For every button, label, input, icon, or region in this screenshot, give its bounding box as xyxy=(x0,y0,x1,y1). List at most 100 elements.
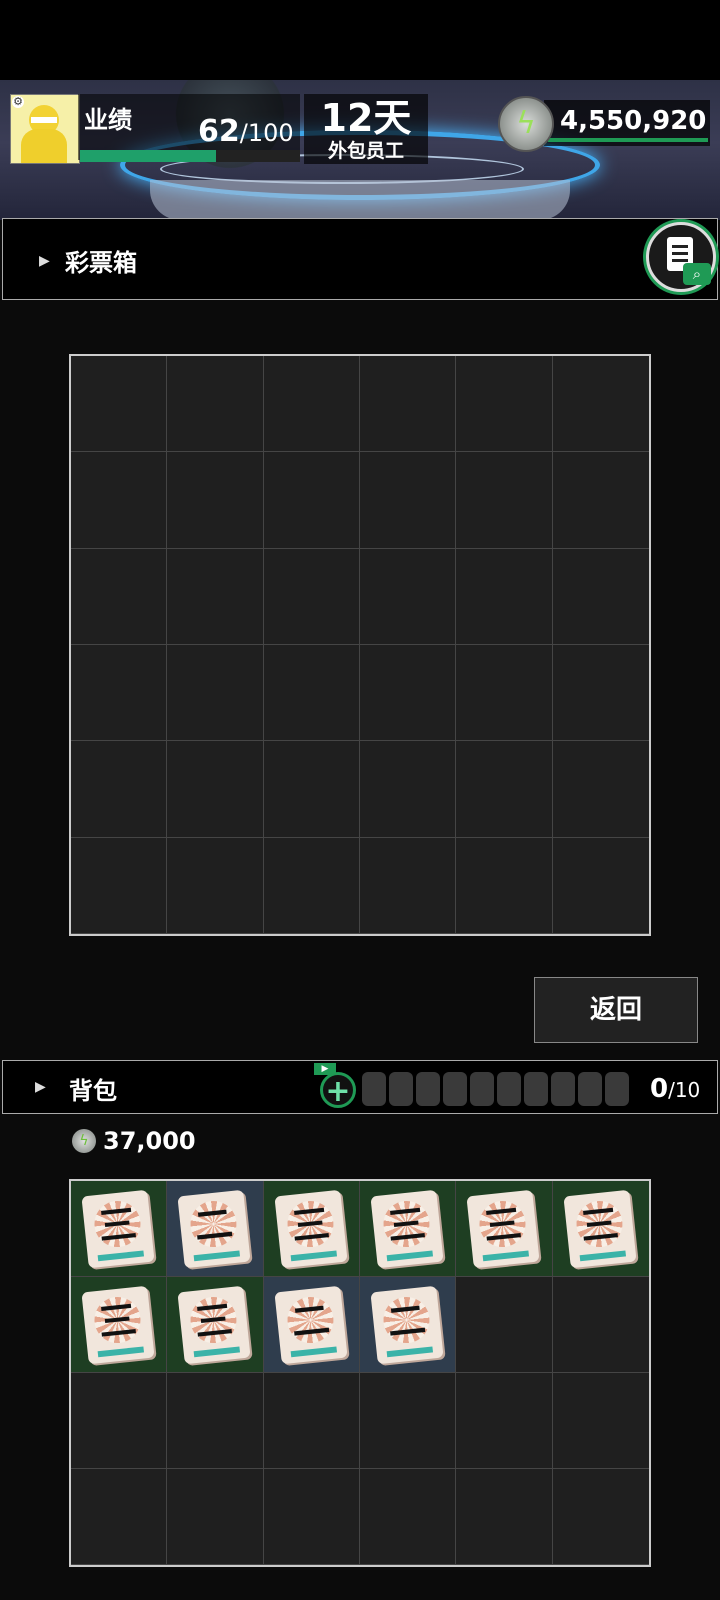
lottery-slot[interactable] xyxy=(360,356,457,453)
lottery-box-header[interactable]: ▶ 彩票箱 xyxy=(2,218,718,300)
lottery-slot[interactable] xyxy=(552,549,649,645)
slot-pip xyxy=(416,1072,440,1106)
lottery-slot[interactable] xyxy=(71,356,168,453)
lottery-slot[interactable] xyxy=(552,452,649,549)
slot-pip xyxy=(362,1072,386,1106)
performance-max: /100 xyxy=(239,119,294,147)
lottery-slot[interactable] xyxy=(71,741,168,838)
slot-pip xyxy=(389,1072,413,1106)
backpack-slot[interactable] xyxy=(552,1277,649,1373)
lottery-slot[interactable] xyxy=(456,356,553,453)
backpack-slot[interactable] xyxy=(360,1373,457,1469)
lottery-slot[interactable] xyxy=(360,548,457,645)
backpack-item-slot[interactable]: 三 xyxy=(360,1181,457,1277)
lottery-slot[interactable] xyxy=(263,356,360,453)
lottery-slot[interactable] xyxy=(263,452,360,549)
slot-pip xyxy=(443,1072,467,1106)
lottery-slot[interactable] xyxy=(552,356,649,453)
lottery-slot[interactable] xyxy=(71,548,168,645)
lottery-slot[interactable] xyxy=(263,837,360,934)
coin-bolt-icon: ϟ xyxy=(498,96,554,152)
log-search-button[interactable]: ⌕ xyxy=(646,222,716,292)
lottery-slot[interactable] xyxy=(456,741,553,838)
lottery-slot[interactable] xyxy=(263,548,360,645)
return-button[interactable]: 返回 xyxy=(534,977,698,1043)
lottery-slot[interactable] xyxy=(71,837,168,934)
lottery-ticket-icon: 三 xyxy=(81,1189,155,1269)
ticket-grade-mark: 三 xyxy=(96,1297,139,1345)
slot-max: /10 xyxy=(668,1078,701,1102)
slot-pip xyxy=(470,1072,494,1106)
ticket-footer-stripe xyxy=(97,1250,145,1262)
lottery-slot[interactable] xyxy=(360,837,457,934)
backpack-slot[interactable] xyxy=(71,1373,168,1469)
backpack-item-slot[interactable]: 三 xyxy=(263,1181,360,1277)
lottery-slot[interactable] xyxy=(167,356,264,453)
banner-platform-decoration xyxy=(150,180,570,220)
backpack-slot[interactable] xyxy=(263,1373,360,1469)
ticket-footer-stripe xyxy=(193,1250,241,1262)
employee-status-label: 外包员工 xyxy=(327,140,404,162)
lottery-slot[interactable] xyxy=(360,645,457,742)
slot-count: 0/10 xyxy=(650,1074,700,1104)
lottery-slot[interactable] xyxy=(71,645,168,742)
ticket-grade-mark: 三 xyxy=(96,1201,139,1249)
slot-pip xyxy=(578,1072,602,1106)
performance-label: 业绩 xyxy=(84,106,132,134)
lottery-slot[interactable] xyxy=(167,452,264,549)
backpack-slot[interactable] xyxy=(167,1469,264,1565)
lottery-slot[interactable] xyxy=(360,741,457,838)
backpack-slot[interactable] xyxy=(360,1469,457,1565)
coin-panel-underline xyxy=(548,138,708,142)
ticket-grade-mark: 三 xyxy=(578,1201,621,1249)
backpack-slot[interactable] xyxy=(456,1373,553,1469)
lottery-slot[interactable] xyxy=(456,548,553,645)
backpack-item-slot[interactable]: 三 xyxy=(552,1181,649,1277)
backpack-coin-value: 37,000 xyxy=(103,1127,196,1155)
triangle-arrow-icon: ▶ xyxy=(39,253,50,269)
lottery-slot[interactable] xyxy=(552,741,649,838)
backpack-item-slot[interactable]: 三 xyxy=(167,1277,264,1373)
player-avatar[interactable]: ⚙ xyxy=(10,94,80,164)
coin-balance: 4,550,920 xyxy=(560,106,707,136)
lottery-slot[interactable] xyxy=(552,645,649,742)
backpack-slot[interactable] xyxy=(456,1469,553,1565)
days-panel: 12天 外包员工 xyxy=(304,94,428,164)
lottery-slot[interactable] xyxy=(360,452,457,549)
lottery-box-grid xyxy=(69,354,651,936)
backpack-item-slot[interactable]: 二 xyxy=(167,1181,264,1277)
performance-current: 62 xyxy=(198,114,240,149)
backpack-slot[interactable] xyxy=(263,1469,360,1565)
lottery-slot[interactable] xyxy=(167,548,264,645)
lottery-slot[interactable] xyxy=(552,838,649,934)
slot-pip xyxy=(497,1072,521,1106)
backpack-item-slot[interactable]: 三 xyxy=(71,1181,168,1277)
lottery-slot[interactable] xyxy=(456,452,553,549)
ticket-footer-stripe xyxy=(482,1250,530,1262)
lottery-ticket-icon: 二 xyxy=(274,1285,348,1365)
backpack-item-slot[interactable]: 三 xyxy=(456,1181,553,1277)
lottery-slot[interactable] xyxy=(456,645,553,742)
lottery-slot[interactable] xyxy=(263,645,360,742)
backpack-slot[interactable] xyxy=(71,1469,168,1565)
lottery-slot[interactable] xyxy=(263,741,360,838)
lottery-ticket-icon: 三 xyxy=(466,1189,540,1269)
backpack-item-slot[interactable]: 二 xyxy=(360,1277,457,1373)
backpack-slot[interactable] xyxy=(167,1373,264,1469)
lottery-slot[interactable] xyxy=(167,837,264,934)
lottery-ticket-icon: 二 xyxy=(177,1189,251,1269)
backpack-item-slot[interactable]: 三 xyxy=(71,1277,168,1373)
backpack-slot[interactable] xyxy=(456,1277,553,1373)
backpack-slot[interactable] xyxy=(552,1469,649,1565)
settings-gear-icon[interactable]: ⚙ xyxy=(12,96,24,108)
lottery-slot[interactable] xyxy=(167,741,264,838)
ticket-grade-mark: 三 xyxy=(289,1201,332,1249)
ticket-footer-stripe xyxy=(290,1250,337,1262)
add-slot-button[interactable]: + xyxy=(320,1072,356,1109)
lottery-slot[interactable] xyxy=(456,837,553,934)
lottery-slot[interactable] xyxy=(167,645,264,742)
ticket-footer-stripe xyxy=(290,1346,337,1358)
backpack-item-slot[interactable]: 二 xyxy=(263,1277,360,1373)
backpack-slot[interactable] xyxy=(552,1373,649,1469)
lottery-slot[interactable] xyxy=(71,452,168,549)
